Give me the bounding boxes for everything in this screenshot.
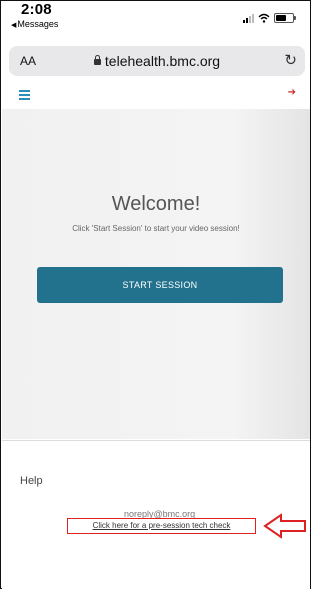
url-display[interactable]: telehealth.bmc.org (9, 53, 305, 69)
sign-out-icon[interactable]: ➔ (288, 87, 296, 98)
battery-icon (274, 13, 296, 23)
lock-icon (93, 55, 101, 65)
status-bar: 2:08 ◀Messages (1, 1, 310, 39)
reload-icon[interactable]: ↻ (284, 51, 297, 69)
tech-check-link[interactable]: Click here for a pre-session tech check (67, 518, 256, 534)
welcome-heading: Welcome! (111, 193, 201, 215)
status-icons (243, 13, 296, 23)
back-triangle-icon: ◀ (11, 22, 17, 29)
hamburger-menu-icon[interactable] (19, 90, 30, 102)
url-text: telehealth.bmc.org (104, 53, 221, 69)
start-session-button[interactable]: START SESSION (37, 267, 283, 303)
browser-address-bar[interactable]: AA telehealth.bmc.org ↻ (9, 46, 305, 76)
back-app-label: Messages (17, 19, 59, 29)
back-to-messages-link[interactable]: ◀Messages (11, 19, 58, 29)
app-header: ➔ (2, 81, 310, 107)
annotation-arrow-icon (263, 513, 306, 539)
wifi-icon (258, 13, 270, 23)
phone-screenshot: 2:08 ◀Messages AA telehealth.bmc.org ↻ ➔… (0, 0, 311, 589)
status-time: 2:08 (21, 1, 52, 18)
signal-icon (243, 13, 254, 23)
footer: Help noreply@bmc.org Click here for a pr… (2, 440, 310, 589)
help-link[interactable]: Help (20, 475, 43, 487)
welcome-subtitle: Click 'Start Session' to start your vide… (72, 224, 240, 233)
welcome-panel: Welcome! Click 'Start Session' to start … (2, 109, 310, 439)
